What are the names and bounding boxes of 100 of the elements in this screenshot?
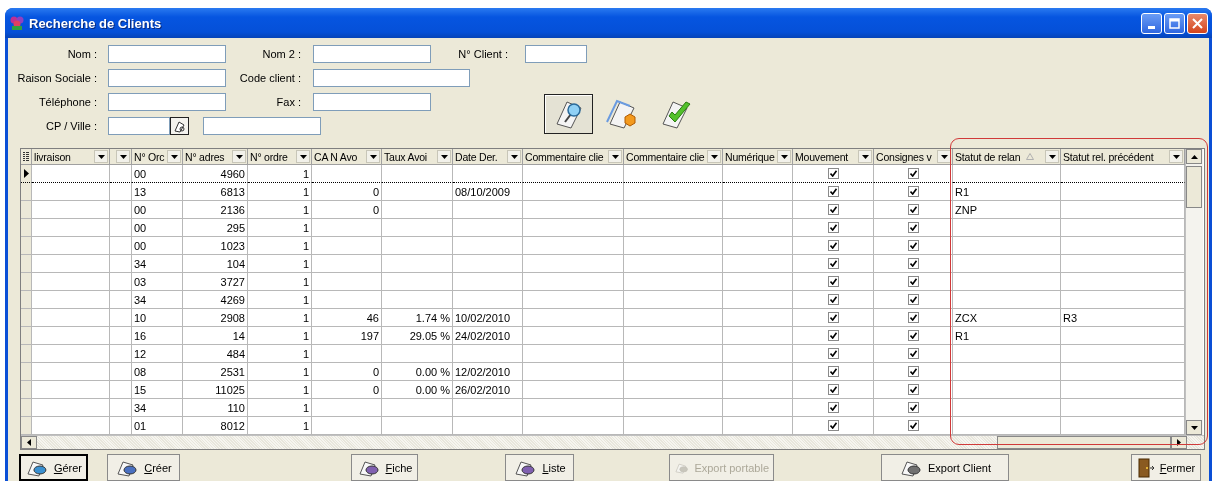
scroll-down-button[interactable] xyxy=(1186,420,1202,435)
table-cell xyxy=(312,345,382,363)
dropdown-button[interactable] xyxy=(437,150,451,163)
checkbox[interactable] xyxy=(907,348,919,359)
column-header[interactable]: N° Orc xyxy=(132,149,183,165)
dropdown-button[interactable] xyxy=(1169,150,1183,163)
checkbox[interactable] xyxy=(907,276,919,287)
field-label: Code client : xyxy=(238,72,301,84)
checkbox[interactable] xyxy=(827,258,839,269)
maximize-button[interactable] xyxy=(1164,12,1185,34)
column-header[interactable]: N° adres xyxy=(183,149,248,165)
checkbox[interactable] xyxy=(827,240,839,251)
table-cell: 10/02/2010 xyxy=(453,309,523,327)
column-header[interactable]: CA N Avo xyxy=(312,149,382,165)
table-cell: 1 xyxy=(248,273,312,291)
input-field[interactable] xyxy=(108,45,226,63)
checkbox[interactable] xyxy=(907,204,919,215)
minimize-button[interactable] xyxy=(1141,12,1162,34)
dropdown-button[interactable] xyxy=(296,150,310,163)
table-cell xyxy=(110,345,132,363)
dropdown-button[interactable] xyxy=(232,150,246,163)
action-button[interactable]: Export Client xyxy=(881,454,1009,481)
action-button[interactable]: Fiche xyxy=(351,454,418,481)
toolbar-button[interactable] xyxy=(544,94,593,134)
checkbox[interactable] xyxy=(907,384,919,395)
close-icon xyxy=(1192,17,1203,29)
checkbox[interactable] xyxy=(907,168,919,179)
checkbox[interactable] xyxy=(827,420,839,431)
checkbox[interactable] xyxy=(827,366,839,377)
column-header[interactable]: Consignes v xyxy=(874,149,953,165)
column-header[interactable]: Taux Avoi xyxy=(382,149,453,165)
dropdown-button[interactable] xyxy=(507,150,521,163)
dropdown-button[interactable] xyxy=(167,150,181,163)
column-header[interactable]: Statut rel. précédent xyxy=(1061,149,1185,165)
column-header[interactable]: Statut de relan xyxy=(953,149,1061,165)
column-header[interactable]: Commentaire clie xyxy=(624,149,723,165)
input-field[interactable] xyxy=(108,117,170,135)
checkbox[interactable] xyxy=(827,330,839,341)
checkbox[interactable] xyxy=(907,420,919,431)
input-field[interactable] xyxy=(313,93,431,111)
checkbox[interactable] xyxy=(827,222,839,233)
action-button[interactable]: Fermer xyxy=(1131,454,1201,481)
action-button[interactable]: Liste xyxy=(505,454,574,481)
close-button[interactable] xyxy=(1187,12,1208,34)
vertical-scrollbar[interactable] xyxy=(1185,149,1203,435)
dropdown-button[interactable] xyxy=(116,150,130,163)
input-field[interactable] xyxy=(525,45,587,63)
scroll-thumb[interactable] xyxy=(1186,166,1202,208)
caret-icon xyxy=(235,154,243,159)
checkbox[interactable] xyxy=(827,294,839,305)
input-field[interactable] xyxy=(108,69,226,87)
caret-icon xyxy=(940,154,948,159)
checkbox[interactable] xyxy=(907,222,919,233)
horizontal-scrollbar[interactable] xyxy=(21,435,1204,449)
checkbox[interactable] xyxy=(907,258,919,269)
column-header[interactable] xyxy=(110,149,132,165)
column-header[interactable]: livraison xyxy=(32,149,110,165)
dropdown-button[interactable] xyxy=(858,150,872,163)
lookup-button[interactable] xyxy=(170,117,189,135)
column-header[interactable]: Date Der. xyxy=(453,149,523,165)
checkbox[interactable] xyxy=(827,204,839,215)
dropdown-button[interactable] xyxy=(937,150,951,163)
checkmark-icon xyxy=(909,242,917,249)
checkmark-icon xyxy=(909,404,917,411)
scroll-left-button[interactable] xyxy=(21,436,37,449)
checkbox[interactable] xyxy=(907,366,919,377)
dropdown-button[interactable] xyxy=(777,150,791,163)
checkbox[interactable] xyxy=(907,402,919,413)
checkbox[interactable] xyxy=(907,312,919,323)
scroll-up-button[interactable] xyxy=(1186,149,1202,164)
input-field[interactable] xyxy=(108,93,226,111)
row-header[interactable] xyxy=(21,165,32,183)
checkbox[interactable] xyxy=(907,294,919,305)
dropdown-button[interactable] xyxy=(366,150,380,163)
action-button[interactable]: Gérer xyxy=(19,454,88,481)
input-field[interactable] xyxy=(313,45,431,63)
checkbox[interactable] xyxy=(827,168,839,179)
column-header[interactable]: Numérique xyxy=(723,149,793,165)
dropdown-button[interactable] xyxy=(94,150,108,163)
header-label: Statut de relan xyxy=(955,150,1021,163)
checkbox[interactable] xyxy=(827,186,839,197)
checkbox[interactable] xyxy=(907,186,919,197)
checkbox[interactable] xyxy=(907,330,919,341)
checkbox[interactable] xyxy=(827,348,839,359)
column-header[interactable]: Commentaire clie xyxy=(523,149,624,165)
checkmark-icon xyxy=(909,206,917,213)
dropdown-button[interactable] xyxy=(608,150,622,163)
checkbox[interactable] xyxy=(827,402,839,413)
checkbox[interactable] xyxy=(827,312,839,323)
input-field[interactable] xyxy=(203,117,321,135)
dropdown-button[interactable] xyxy=(707,150,721,163)
checkbox[interactable] xyxy=(827,384,839,395)
action-button[interactable]: Créer xyxy=(107,454,180,481)
column-header[interactable]: Mouvement xyxy=(793,149,874,165)
checkbox[interactable] xyxy=(827,276,839,287)
input-field[interactable] xyxy=(313,69,470,87)
dropdown-button[interactable] xyxy=(1045,150,1059,163)
column-header[interactable]: N° ordre xyxy=(248,149,312,165)
checkbox[interactable] xyxy=(907,240,919,251)
header-label: N° ordre xyxy=(250,150,288,163)
